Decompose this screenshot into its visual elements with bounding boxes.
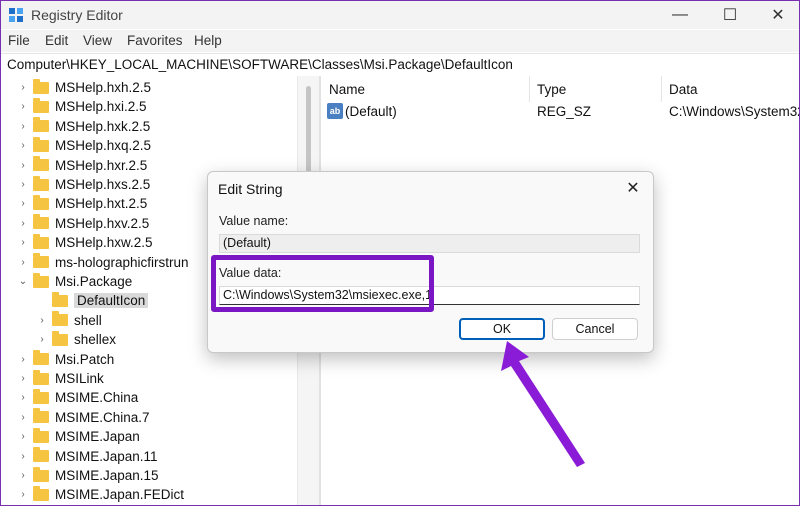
registry-editor-window: Registry Editor — ☐ ✕ File Edit View Fav… bbox=[0, 0, 800, 506]
annotation-arrow bbox=[501, 341, 585, 467]
